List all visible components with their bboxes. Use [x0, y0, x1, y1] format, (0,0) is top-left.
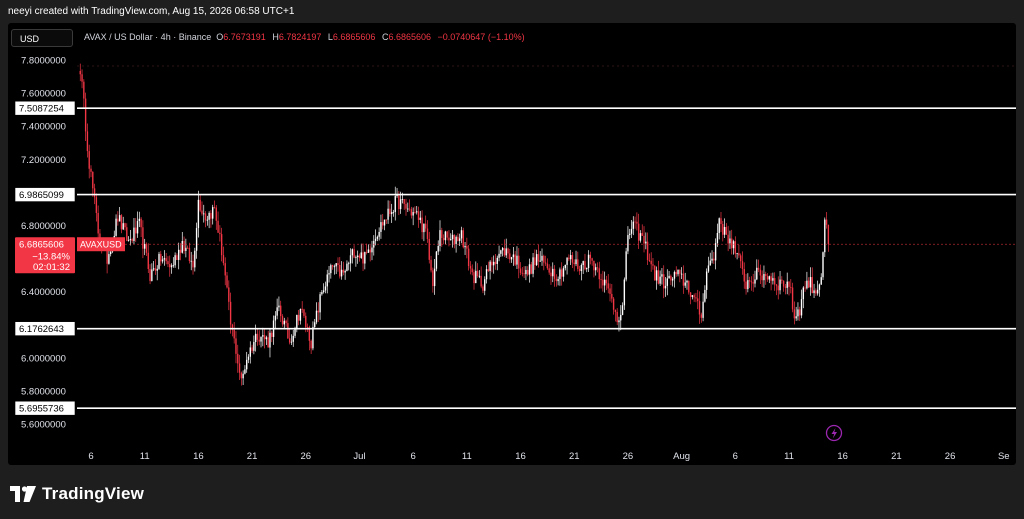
currency-button[interactable]: USD — [11, 29, 73, 47]
ohlc-close: C6.6865606 — [381, 32, 431, 42]
tradingview-logo-icon — [10, 486, 36, 502]
chart-credit: neeyi created with TradingView.com, Aug … — [8, 6, 295, 17]
ohlc-open: O6.7673191 — [216, 32, 266, 42]
tradingview-logo: TradingView — [10, 484, 144, 504]
symbol-label: AVAX / US Dollar · 4h · Binance — [84, 32, 212, 42]
chart-panel — [8, 23, 1016, 465]
tradingview-wordmark: TradingView — [42, 484, 145, 503]
ohlc-low: L6.6865606 — [327, 32, 376, 42]
symbol-info: AVAX / US Dollar · 4h · Binance O6.76731… — [84, 32, 529, 42]
price-change: −0.0740647 (−1.10%) — [437, 32, 525, 42]
ohlc-high: H6.7824197 — [272, 32, 322, 42]
